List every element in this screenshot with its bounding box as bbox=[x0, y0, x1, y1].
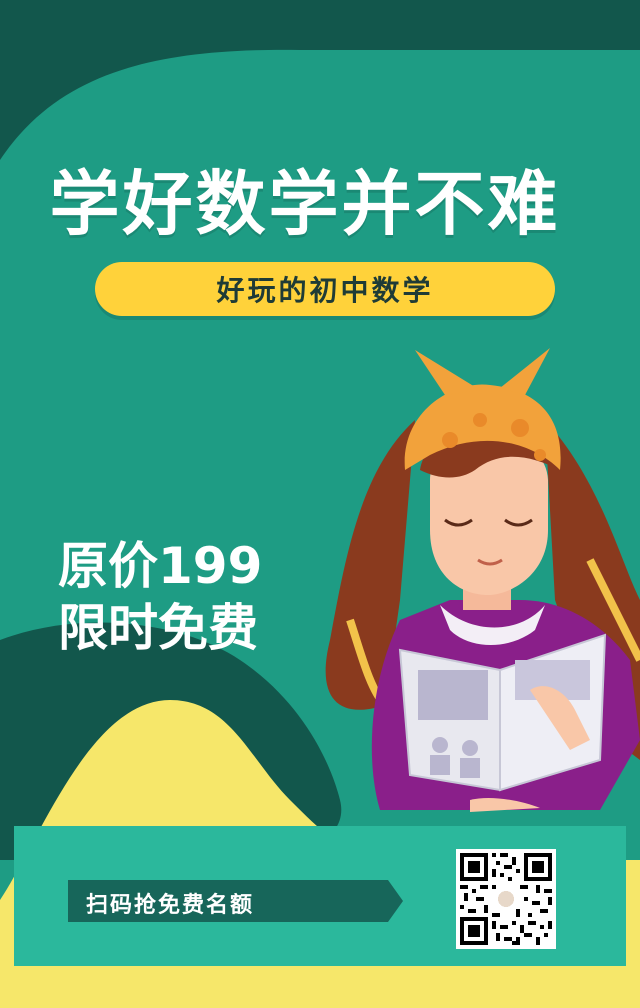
cta-text: 扫码抢免费名额 bbox=[86, 893, 255, 918]
qr-code-icon bbox=[456, 849, 556, 949]
qr-code[interactable] bbox=[456, 849, 556, 949]
scan-cta-banner[interactable]: 扫码抢免费名额 bbox=[68, 880, 403, 922]
